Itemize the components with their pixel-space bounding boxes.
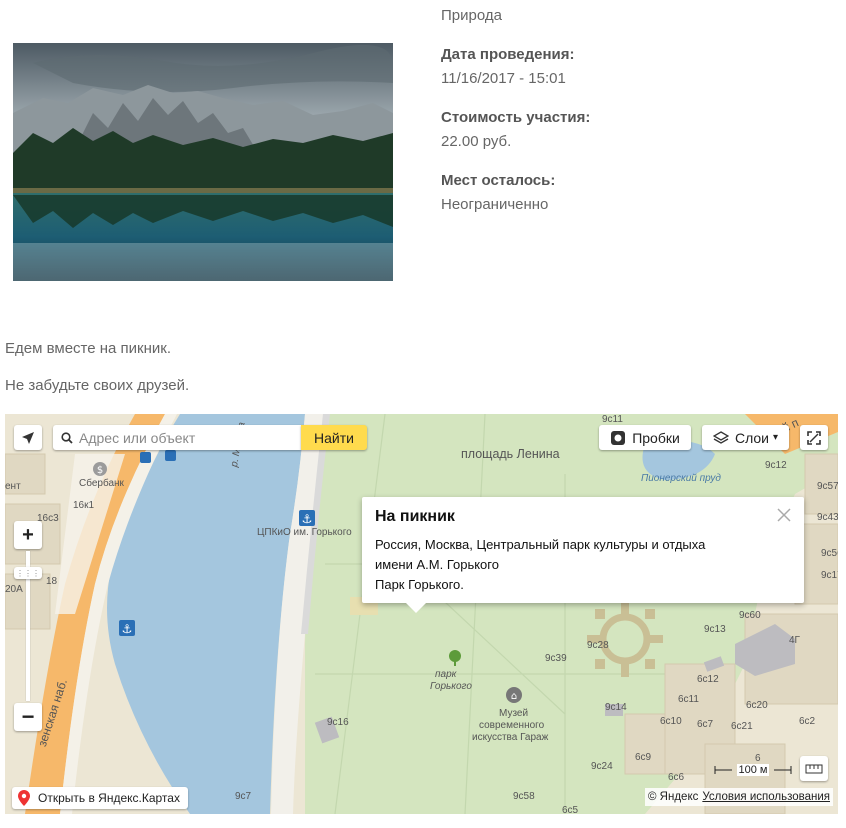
map-pin-icon (18, 790, 30, 806)
building-9c13: 9с13 (704, 624, 726, 635)
building-9c16: 9с16 (327, 717, 349, 728)
building-6c10: 6с10 (660, 716, 682, 727)
building-6c5: 6с5 (562, 805, 579, 814)
zoom-in-button[interactable]: + (14, 521, 42, 549)
svg-text:⚓: ⚓ (122, 622, 133, 636)
open-in-yandex-label: Открыть в Яндекс.Картах (38, 791, 180, 805)
date-value: 11/16/2017 - 15:01 (441, 70, 566, 87)
close-icon[interactable] (776, 507, 792, 523)
label-pond: Пионерский пруд (641, 473, 721, 484)
building-4g: 4Г (789, 635, 800, 646)
minus-icon: − (21, 704, 35, 729)
building-9c56: 9с56 (821, 548, 838, 559)
label-pier: ЦПКиО им. Горького (257, 527, 352, 538)
event-photo (13, 43, 393, 281)
description-paragraph-2: Не забудьте своих друзей. (5, 377, 190, 394)
building-6c7: 6с7 (697, 719, 714, 730)
map-search-input[interactable] (77, 428, 291, 447)
balloon-address-line-2: имени А.М. Горького (375, 557, 499, 572)
anchor-icon-2: ⚓ (119, 620, 135, 636)
label-museum-1: Музей (499, 708, 529, 719)
map-balloon: На пикник Россия, Москва, Центральный па… (362, 497, 804, 613)
balloon-title: На пикник (375, 508, 455, 525)
balloon-address: Россия, Москва, Центральный парк культур… (375, 535, 785, 595)
building-9c17: 9с17 (821, 570, 838, 581)
zoom-out-button[interactable]: − (14, 703, 42, 731)
fullscreen-button[interactable] (800, 425, 828, 450)
yandex-map[interactable]: ⚓ ⚓ $ ⌂ площадь Ленина Пионерский пруд С… (5, 414, 838, 814)
label-square: площадь Ленина (461, 447, 560, 461)
layers-label: Слои (734, 429, 769, 446)
open-in-yandex-maps-button[interactable]: Открыть в Яндекс.Картах (12, 787, 188, 809)
description-paragraph-1: Едем вместе на пикник. (5, 340, 171, 357)
label-museum-3: искусства Гараж (472, 732, 549, 743)
layers-icon (712, 430, 729, 444)
building-6c20: 6с20 (746, 700, 768, 711)
search-icon (61, 431, 73, 444)
building-6c2: 6с2 (799, 716, 816, 727)
building-9c12: 9с12 (765, 460, 787, 471)
date-label: Дата проведения: (441, 46, 575, 63)
terms-link[interactable]: Условия использования (702, 791, 830, 803)
traffic-icon (611, 430, 626, 445)
building-9c11: 9с11 (602, 414, 623, 425)
building-9c57: 9с57 (817, 481, 838, 492)
traffic-label: Пробки (632, 429, 680, 446)
label-park-2: Горького (430, 681, 472, 692)
ruler-icon (805, 764, 823, 773)
building-6c6: 6с6 (668, 772, 685, 783)
label-museum-2: современного (479, 720, 545, 731)
building-9c58: 9с58 (513, 791, 535, 802)
building-16k1: 16к1 (73, 500, 95, 511)
building-9c24: 9с24 (591, 761, 613, 772)
layers-button[interactable]: Слои ▾ (702, 425, 789, 450)
building-9c28: 9с28 (587, 640, 609, 651)
plus-icon: + (22, 523, 34, 546)
building-9c39: 9с39 (545, 653, 567, 664)
landscape-image (13, 43, 393, 281)
copyright-text: © Яндекс (648, 791, 699, 803)
building-9c14: 9с14 (605, 702, 627, 713)
seats-value: Неограниченно (441, 196, 549, 213)
building-6c11: 6с11 (678, 694, 699, 705)
anchor-icon: ⚓ (299, 510, 315, 526)
zoom-slider-handle[interactable]: ⋮⋮⋮ (14, 567, 42, 579)
cost-label: Стоимость участия: (441, 109, 591, 126)
scale-label: 100 м (736, 764, 770, 776)
event-category: Природа (441, 7, 502, 24)
map-copyright: © Яндекс Условия использования (645, 788, 833, 806)
building-9c7: 9с7 (235, 791, 252, 802)
svg-text:⌂: ⌂ (511, 691, 517, 702)
zoom-control[interactable]: + ⋮⋮⋮ − (14, 521, 42, 731)
expand-icon (807, 430, 821, 445)
find-button[interactable]: Найти (301, 425, 367, 450)
cost-value: 22.00 руб. (441, 133, 512, 150)
building-6c9: 6с9 (635, 752, 652, 763)
svg-text:⚓: ⚓ (302, 512, 313, 526)
map-scale: 100 м (714, 762, 792, 778)
seats-label: Мест осталось: (441, 172, 556, 189)
traffic-button[interactable]: Пробки (599, 425, 691, 450)
building-18: 18 (46, 576, 58, 587)
building-6c21: 6с21 (731, 721, 753, 732)
label-park-1: парк (435, 669, 457, 680)
map-search-box[interactable] (53, 425, 301, 450)
geolocation-button[interactable] (14, 425, 42, 450)
label-sberbank: Сбербанк (79, 478, 124, 489)
label-left-edge: ент (5, 481, 21, 492)
balloon-address-line-1: Россия, Москва, Центральный парк культур… (375, 537, 706, 552)
building-9c60: 9с60 (739, 610, 761, 621)
svg-text:$: $ (97, 465, 103, 476)
balloon-address-line-3: Парк Горького. (375, 577, 464, 592)
building-9c43: 9с43 (817, 512, 838, 523)
ruler-button[interactable] (800, 756, 828, 781)
chevron-down-icon: ▾ (773, 432, 779, 443)
building-6c12: 6с12 (697, 674, 719, 685)
location-arrow-icon (22, 431, 34, 444)
